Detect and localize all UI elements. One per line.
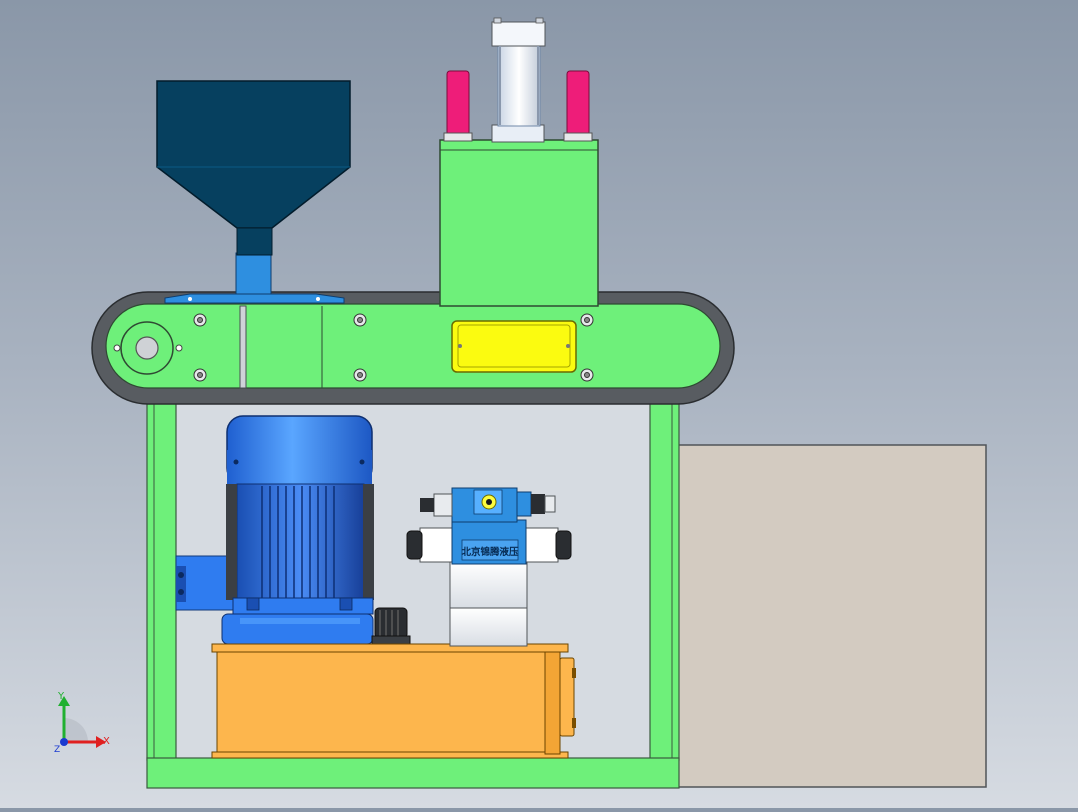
tank-fill-cap: [371, 607, 411, 645]
cad-viewport[interactable]: 北京锦腾液压 Y X Z: [0, 0, 1078, 808]
electric-motor: [221, 415, 374, 645]
coordinate-triad: Y X Z: [54, 691, 110, 755]
hopper-neck: [235, 252, 272, 296]
oil-tank: [211, 643, 576, 759]
press-housing: [439, 139, 599, 307]
inspection-window: [451, 320, 577, 373]
frame-right-post: [649, 387, 680, 761]
hopper: [156, 80, 351, 304]
machine-drawing: 北京锦腾液压 Y X Z: [54, 17, 987, 789]
triad-y-label: Y: [57, 691, 65, 702]
frame-left-post: [146, 387, 177, 761]
coupling-disc: [239, 305, 247, 389]
guide-rod-right: [563, 70, 593, 142]
triad-z-label: Z: [54, 745, 60, 755]
air-cylinder: [491, 17, 546, 143]
guide-rod-left: [443, 70, 473, 142]
side-panel: [677, 444, 987, 788]
triad-x-label: X: [103, 736, 110, 747]
valve-label: 北京锦腾液压: [461, 546, 519, 558]
frame-base: [146, 757, 680, 789]
